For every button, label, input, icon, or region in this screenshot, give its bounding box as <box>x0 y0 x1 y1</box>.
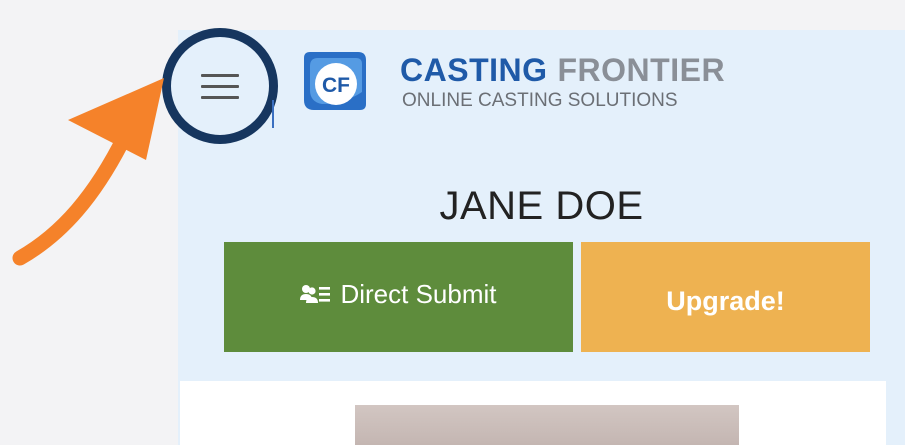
direct-submit-button[interactable]: Direct Submit <box>224 242 573 352</box>
profile-name: JANE DOE <box>439 184 644 228</box>
users-list-icon <box>300 285 331 303</box>
upgrade-button[interactable]: Upgrade! <box>581 242 870 352</box>
upgrade-label: Upgrade! <box>666 285 785 316</box>
direct-submit-label: Direct Submit <box>340 278 497 309</box>
profile-photo[interactable] <box>355 405 739 445</box>
